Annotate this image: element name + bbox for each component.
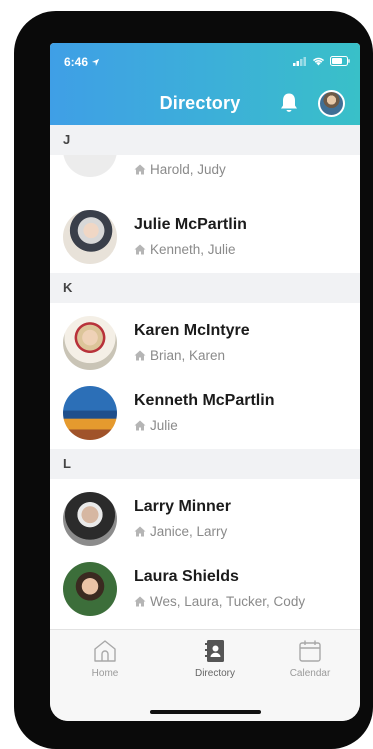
list-item[interactable]: Harold, Judy — [50, 155, 360, 200]
household: Julie — [134, 418, 178, 433]
status-bar-icons — [293, 56, 350, 66]
status-bar-time: 6:46 — [64, 55, 100, 69]
household-members: Harold, Judy — [150, 162, 226, 177]
house-icon — [134, 350, 146, 361]
tab-bar: Home Directory Calendar — [50, 629, 360, 721]
status-time-text: 6:46 — [64, 55, 89, 69]
list-item[interactable]: Julie McPartlin Kenneth, Julie — [50, 200, 360, 270]
member-name: Laura Shields — [134, 568, 239, 585]
house-icon — [134, 596, 146, 607]
member-photo — [63, 492, 117, 546]
bell-icon[interactable] — [279, 92, 299, 114]
battery-icon — [330, 56, 350, 66]
list-item[interactable]: Karen McIntyre Brian, Karen — [50, 306, 360, 376]
page-title: Directory — [159, 93, 241, 113]
member-name: Karen McIntyre — [134, 322, 250, 339]
list-item[interactable]: Larry Minner Janice, Larry — [50, 482, 360, 552]
member-photo — [63, 562, 117, 616]
user-avatar[interactable] — [318, 90, 345, 117]
member-photo — [63, 316, 117, 370]
household: Wes, Laura, Tucker, Cody — [134, 594, 305, 609]
calendar-tab-icon — [299, 640, 321, 662]
household-members: Janice, Larry — [150, 524, 228, 539]
tab-home[interactable]: Home — [70, 638, 140, 679]
home-indicator[interactable] — [150, 710, 261, 714]
tab-directory-label: Directory — [194, 668, 235, 679]
signal-icon — [293, 56, 306, 66]
home-tab-icon — [94, 640, 116, 662]
member-photo — [63, 386, 117, 440]
location-arrow-icon — [92, 58, 100, 67]
list-item[interactable]: Laura Shields Wes, Laura, Tucker, Cody — [50, 552, 360, 622]
tab-directory[interactable]: Directory — [180, 638, 250, 679]
app-screen: 6:46 Directory J Harold, Judy Julie McPa… — [50, 43, 360, 721]
household-members: Julie — [150, 418, 178, 433]
tab-calendar-label: Calendar — [289, 668, 331, 679]
tab-home-label: Home — [91, 668, 119, 679]
house-icon — [134, 420, 146, 431]
member-name: Kenneth McPartlin — [134, 392, 275, 409]
house-icon — [134, 526, 146, 537]
household-members: Wes, Laura, Tucker, Cody — [150, 594, 306, 609]
household: Kenneth, Julie — [134, 242, 236, 257]
house-icon — [134, 164, 146, 175]
directory-tab-icon — [205, 640, 224, 662]
household: Janice, Larry — [134, 524, 227, 539]
household: Brian, Karen — [134, 348, 225, 363]
app-header: 6:46 Directory — [50, 43, 360, 125]
wifi-icon — [312, 57, 325, 66]
list-item[interactable]: Kenneth McPartlin Julie — [50, 376, 360, 446]
phone-frame: 6:46 Directory J Harold, Judy Julie McPa… — [14, 11, 373, 749]
section-header-j: J — [50, 125, 360, 155]
member-name: Julie McPartlin — [134, 216, 247, 233]
section-header-k: K — [50, 273, 360, 303]
household: Harold, Judy — [134, 162, 226, 177]
household-members: Kenneth, Julie — [150, 242, 236, 257]
member-photo — [63, 155, 117, 177]
member-name: Larry Minner — [134, 498, 231, 515]
household-members: Brian, Karen — [150, 348, 226, 363]
directory-list[interactable]: J Harold, Judy Julie McPartlin Kenneth, … — [50, 125, 360, 629]
house-icon — [134, 244, 146, 255]
member-photo — [63, 210, 117, 264]
tab-calendar[interactable]: Calendar — [275, 638, 345, 679]
section-header-l: L — [50, 449, 360, 479]
